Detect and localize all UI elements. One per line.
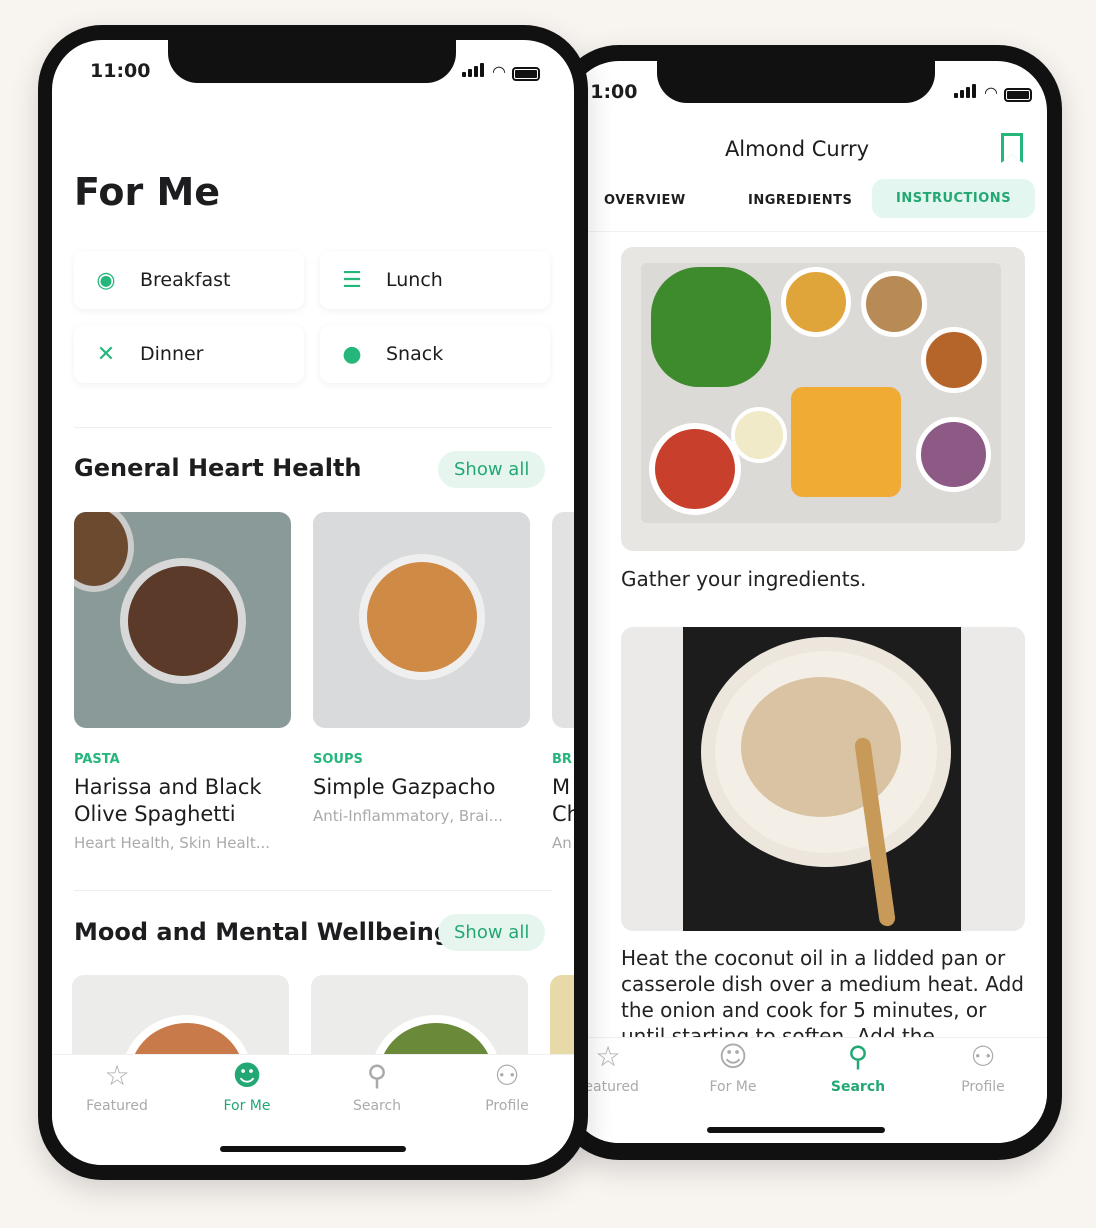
- person-icon: ⚇: [970, 1040, 996, 1073]
- recipe-subtitle: Anti-Inflammatory, Brai...: [313, 807, 503, 825]
- page-title: For Me: [74, 170, 221, 214]
- apple-icon: ●: [342, 341, 362, 367]
- wifi-icon: ◠: [984, 83, 998, 102]
- recipe-tag: SOUPS: [313, 752, 363, 767]
- recipe-subtitle: An: [552, 834, 572, 852]
- recipe-image[interactable]: [74, 512, 291, 728]
- search-icon: ⚲: [366, 1059, 388, 1092]
- wifi-icon: ◠: [492, 62, 506, 81]
- right-phone: 11:00 ◠ Almond Curry OVERVIEW INGREDIENT…: [555, 45, 1062, 1160]
- show-all-button[interactable]: Show all: [438, 914, 546, 951]
- person-icon: ⚇: [494, 1059, 520, 1092]
- tab-ingredients[interactable]: INGREDIENTS: [724, 181, 876, 220]
- category-breakfast[interactable]: ◉ Breakfast: [74, 251, 304, 309]
- battery-icon: [511, 67, 540, 81]
- category-snack[interactable]: ● Snack: [320, 325, 550, 383]
- ingredients-photo: [621, 247, 1025, 551]
- smile-icon: ☻: [232, 1059, 262, 1092]
- smile-icon: ☺: [718, 1040, 748, 1073]
- recipe-image[interactable]: [313, 512, 530, 728]
- step-1-text: Gather your ingredients.: [621, 567, 867, 591]
- show-all-button[interactable]: Show all: [438, 451, 546, 488]
- utensils-icon: ✕: [96, 341, 116, 367]
- right-screen: 11:00 ◠ Almond Curry OVERVIEW INGREDIENT…: [569, 61, 1047, 1143]
- egg-icon: ◉: [96, 267, 116, 293]
- battery-icon: [1003, 88, 1032, 102]
- recipe-tag: PASTA: [74, 752, 120, 767]
- recipe-subtitle: Heart Health, Skin Healt...: [74, 834, 271, 852]
- sandwich-icon: ☰: [342, 267, 362, 293]
- recipe-title: Almond Curry: [724, 137, 870, 161]
- recipe-title[interactable]: Harissa and Black Olive Spaghetti: [74, 774, 284, 828]
- recipe-title[interactable]: Simple Gazpacho: [313, 774, 533, 801]
- search-icon: ⚲: [847, 1040, 869, 1073]
- step-2-text: Heat the coconut oil in a lidded pan or …: [621, 946, 1024, 1037]
- star-icon: ☆: [595, 1040, 621, 1073]
- tab-instructions[interactable]: INSTRUCTIONS: [872, 179, 1036, 218]
- left-screen: 11:00 ◠ For Me ◉ Breakfast ☰ Lunch ✕ Dinner…: [52, 40, 574, 1165]
- status-time: 11:00: [90, 60, 151, 82]
- section-title: General Heart Health: [74, 454, 362, 482]
- recipe-title[interactable]: M Ch: [552, 774, 574, 828]
- tab-overview[interactable]: OVERVIEW: [580, 181, 710, 220]
- left-phone: 11:00 ◠ For Me ◉ Breakfast ☰ Lunch ✕ Dinner…: [38, 25, 588, 1180]
- nav-search[interactable]: ⚲ Search: [332, 1059, 422, 1115]
- nav-profile[interactable]: ⚇ Profile: [938, 1040, 1028, 1096]
- signal-icon: [462, 62, 486, 81]
- nav-for-me[interactable]: ☻ For Me: [202, 1059, 292, 1115]
- category-dinner[interactable]: ✕ Dinner: [74, 325, 304, 383]
- recipe-tag: BR: [552, 752, 572, 767]
- status-icons: ◠: [954, 83, 1032, 102]
- status-icons: ◠: [462, 62, 540, 81]
- nav-search[interactable]: ⚲ Search: [813, 1040, 903, 1096]
- category-lunch[interactable]: ☰ Lunch: [320, 251, 550, 309]
- recipe-image[interactable]: [552, 512, 574, 728]
- section-title: Mood and Mental Wellbeing: [74, 918, 452, 946]
- nav-featured[interactable]: ☆ Featured: [72, 1059, 162, 1115]
- nav-profile[interactable]: ⚇ Profile: [462, 1059, 552, 1115]
- cooking-photo: [621, 627, 1025, 931]
- star-icon: ☆: [104, 1059, 130, 1092]
- nav-for-me[interactable]: ☺ For Me: [688, 1040, 778, 1096]
- signal-icon: [954, 83, 978, 102]
